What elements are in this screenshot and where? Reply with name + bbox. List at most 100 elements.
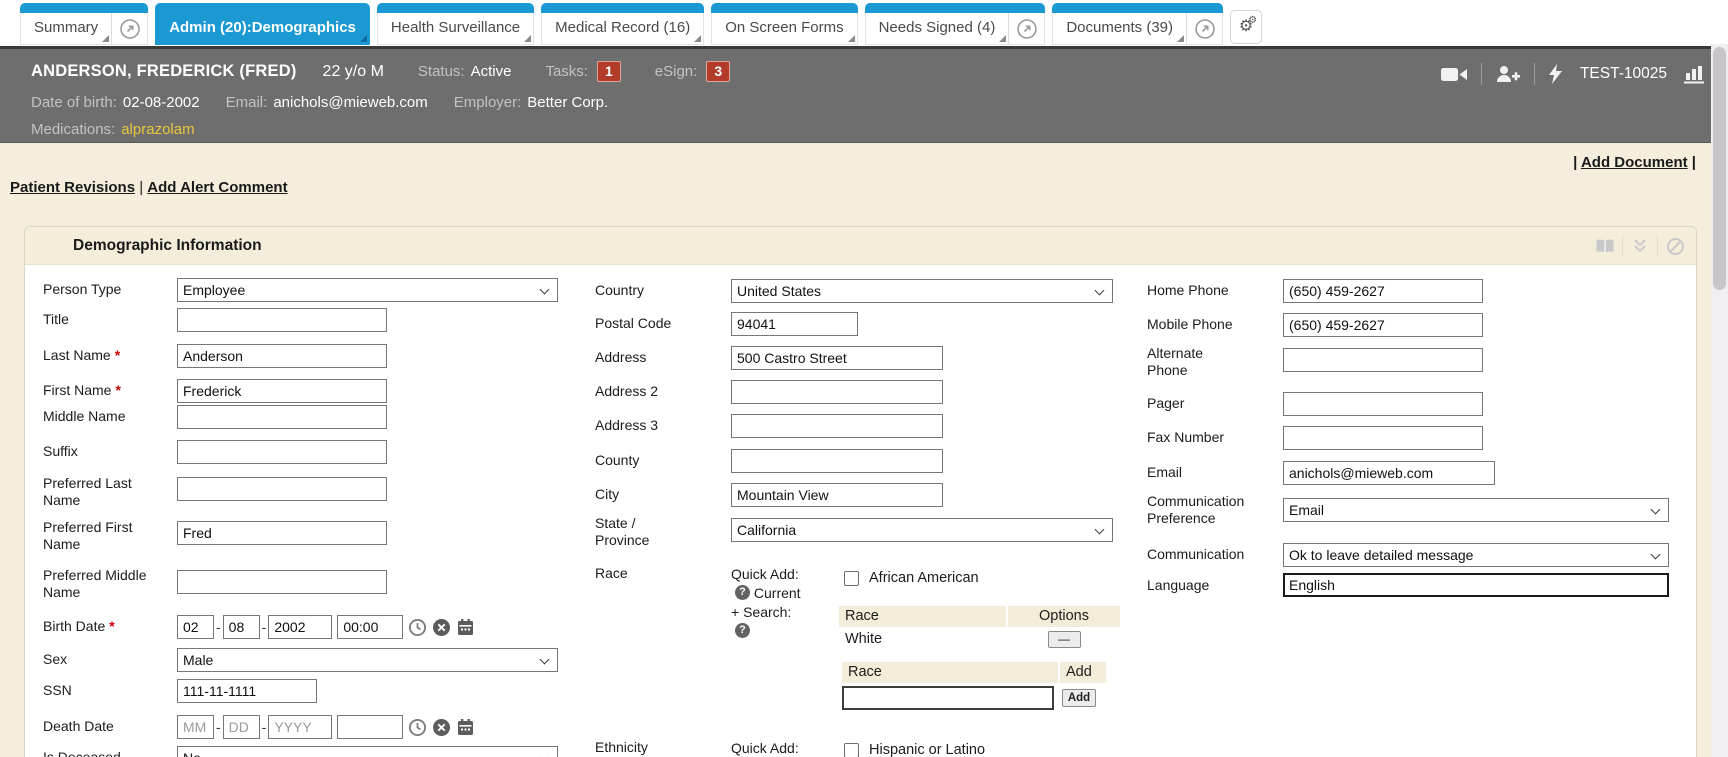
- address-input[interactable]: [731, 346, 943, 370]
- add-alert-comment-link[interactable]: Add Alert Comment: [147, 179, 287, 196]
- race-add-input[interactable]: [842, 686, 1054, 710]
- ssn-input[interactable]: [177, 679, 317, 703]
- person-type-select[interactable]: Employee: [177, 278, 558, 302]
- bar-chart-icon[interactable]: [1684, 65, 1706, 84]
- clock-icon[interactable]: [408, 618, 427, 637]
- tab-label: Medical Record (16): [555, 19, 690, 36]
- clear-icon[interactable]: [432, 618, 451, 637]
- block-icon[interactable]: [1658, 227, 1692, 265]
- african-american-checkbox[interactable]: [844, 571, 859, 586]
- fax-input[interactable]: [1283, 426, 1483, 450]
- scrollbar-thumb[interactable]: [1713, 47, 1726, 290]
- pager-input[interactable]: [1283, 392, 1483, 416]
- birth-day-input[interactable]: [223, 615, 260, 639]
- country-field: United States: [731, 279, 1113, 303]
- address2-input[interactable]: [731, 380, 943, 404]
- tab-settings-button[interactable]: ⚙ ⚙: [1230, 10, 1262, 44]
- calendar-icon[interactable]: [456, 618, 475, 637]
- preferred-first-field: [177, 521, 387, 545]
- journal-icon[interactable]: [1588, 227, 1622, 265]
- death-day-input[interactable]: [223, 715, 260, 739]
- divider: [1481, 63, 1482, 85]
- title-input[interactable]: [177, 308, 387, 332]
- last-name-input[interactable]: [177, 344, 387, 368]
- sex-label: Sex: [43, 651, 151, 668]
- alternate-phone-field: [1283, 348, 1483, 372]
- clock-icon[interactable]: [408, 718, 427, 737]
- race-add-table-header: Race Add: [842, 662, 1106, 683]
- county-field: [731, 449, 943, 473]
- add-document-link[interactable]: Add Document: [1581, 154, 1688, 171]
- county-input[interactable]: [731, 449, 943, 473]
- mobile-phone-input[interactable]: [1283, 313, 1483, 337]
- tab-summary[interactable]: Summary: [20, 3, 148, 45]
- death-year-input[interactable]: [268, 715, 332, 739]
- clear-icon[interactable]: [432, 718, 451, 737]
- birth-month-input[interactable]: [177, 615, 214, 639]
- state-select[interactable]: California: [731, 518, 1113, 542]
- language-label: Language: [1147, 577, 1272, 594]
- remove-race-button[interactable]: —: [1048, 631, 1081, 648]
- email-input[interactable]: [1283, 461, 1495, 485]
- vertical-scrollbar[interactable]: [1711, 44, 1728, 757]
- esign-badge[interactable]: 3: [706, 61, 730, 82]
- status-value: Active: [471, 63, 512, 80]
- country-select[interactable]: United States: [731, 279, 1113, 303]
- needs-signed-external-link-icon[interactable]: [1008, 13, 1044, 44]
- tab-health-surveillance[interactable]: Health Surveillance: [377, 3, 534, 45]
- suffix-input[interactable]: [177, 440, 387, 464]
- postal-code-field: [731, 312, 858, 336]
- medications-value[interactable]: alprazolam: [121, 121, 194, 138]
- home-phone-input[interactable]: [1283, 279, 1483, 303]
- chevron-down-icon: [1651, 505, 1661, 515]
- tasks-label: Tasks:: [545, 63, 588, 80]
- add-person-icon[interactable]: [1495, 65, 1521, 83]
- tab-medical-record[interactable]: Medical Record (16): [541, 3, 704, 45]
- alternate-phone-label: Alternate Phone: [1147, 345, 1247, 379]
- sex-field: Male: [177, 648, 558, 672]
- ssn-label: SSN: [43, 682, 151, 699]
- tab-needs-signed[interactable]: Needs Signed (4): [865, 3, 1046, 45]
- person-type-label: Person Type: [43, 281, 151, 298]
- language-input[interactable]: [1283, 573, 1669, 597]
- video-camera-icon[interactable]: [1441, 66, 1468, 83]
- postal-code-input[interactable]: [731, 312, 858, 336]
- preferred-first-input[interactable]: [177, 521, 387, 545]
- patient-revisions-link[interactable]: Patient Revisions: [10, 179, 135, 196]
- communication-select[interactable]: Ok to leave detailed message: [1283, 543, 1669, 567]
- preferred-last-label: Preferred Last Name: [43, 475, 151, 509]
- first-name-input[interactable]: [177, 379, 387, 403]
- documents-external-link-icon[interactable]: [1186, 13, 1222, 44]
- comm-pref-select[interactable]: Email: [1283, 498, 1669, 522]
- postal-code-label: Postal Code: [595, 315, 685, 332]
- help-icon[interactable]: [735, 623, 750, 638]
- race-add-button[interactable]: Add: [1062, 689, 1096, 707]
- address3-input[interactable]: [731, 414, 943, 438]
- calendar-icon[interactable]: [456, 718, 475, 737]
- death-time-input[interactable]: [337, 715, 403, 739]
- alternate-phone-input[interactable]: [1283, 348, 1483, 372]
- lightning-icon[interactable]: [1548, 64, 1563, 84]
- tab-admin-demographics[interactable]: Admin (20):Demographics: [155, 3, 370, 45]
- is-deceased-select[interactable]: No: [177, 746, 558, 757]
- options-column-header: Options: [1008, 606, 1120, 627]
- collapse-chevrons-icon[interactable]: [1623, 227, 1657, 265]
- middle-name-input[interactable]: [177, 405, 387, 429]
- tab-accent-strip: [541, 3, 704, 13]
- sex-select[interactable]: Male: [177, 648, 558, 672]
- death-month-input[interactable]: [177, 715, 214, 739]
- summary-external-link-icon[interactable]: [111, 13, 147, 44]
- hispanic-latino-checkbox[interactable]: [844, 743, 859, 757]
- birth-year-input[interactable]: [268, 615, 332, 639]
- city-input[interactable]: [731, 483, 943, 507]
- select-value: No: [183, 750, 201, 757]
- tab-on-screen-forms[interactable]: On Screen Forms: [711, 3, 857, 45]
- race-column-header: Race: [842, 662, 1060, 683]
- tab-documents[interactable]: Documents (39): [1052, 3, 1223, 45]
- birth-time-input[interactable]: [337, 615, 403, 639]
- help-icon[interactable]: [735, 585, 750, 600]
- preferred-last-input[interactable]: [177, 477, 387, 501]
- preferred-middle-input[interactable]: [177, 570, 387, 594]
- tasks-badge[interactable]: 1: [597, 61, 621, 82]
- is-deceased-label: Is Deceased: [43, 749, 151, 757]
